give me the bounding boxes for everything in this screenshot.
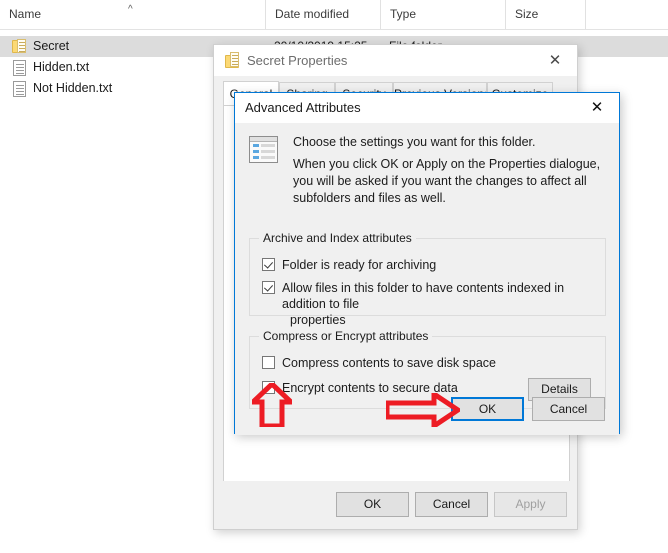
- properties-cancel-button[interactable]: Cancel: [415, 492, 488, 517]
- advanced-ok-button[interactable]: OK: [451, 397, 524, 421]
- properties-button-bar: OK Cancel Apply: [214, 481, 577, 529]
- checkbox-compress-label: Compress contents to save disk space: [282, 356, 496, 370]
- column-header-row: Name ^ Date modified Type Size: [0, 0, 668, 30]
- list-item-name: Secret: [33, 39, 70, 53]
- archive-and-index-legend: Archive and Index attributes: [259, 231, 416, 245]
- compress-or-encrypt-legend: Compress or Encrypt attributes: [259, 329, 433, 343]
- properties-title-bar[interactable]: Secret Properties ✕: [214, 45, 577, 76]
- checkbox-index-contents[interactable]: [262, 281, 275, 294]
- checkbox-compress[interactable]: [262, 356, 275, 369]
- arrow-up-annotation: [252, 383, 292, 427]
- text-file-icon: [13, 60, 26, 76]
- advanced-dialog-intro-line1: Choose the settings you want for this fo…: [293, 135, 536, 149]
- checkbox-archiving-label: Folder is ready for archiving: [282, 258, 437, 272]
- checkbox-index-contents-label-line2: properties: [290, 313, 346, 327]
- advanced-dialog-title-bar[interactable]: Advanced Attributes ✕: [235, 93, 619, 123]
- column-header-date-modified[interactable]: Date modified: [265, 0, 380, 29]
- text-file-icon: [13, 81, 26, 97]
- column-header-type[interactable]: Type: [380, 0, 505, 29]
- list-item-name: Not Hidden.txt: [33, 81, 113, 95]
- advanced-dialog-body: Choose the settings you want for this fo…: [235, 123, 619, 435]
- list-item-name: Hidden.txt: [33, 60, 90, 74]
- checkbox-archiving[interactable]: [262, 258, 275, 271]
- checkbox-index-contents-label-line1: Allow files in this folder to have conte…: [282, 281, 565, 311]
- column-header-spacer: [585, 0, 668, 29]
- properties-apply-button: Apply: [494, 492, 567, 517]
- checkbox-index-contents-label: Allow files in this folder to have conte…: [282, 280, 594, 328]
- close-icon[interactable]: ✕: [533, 45, 577, 76]
- properties-window-title: Secret Properties: [247, 53, 348, 68]
- folder-encrypted-icon: [225, 52, 240, 69]
- folder-encrypted-icon: [12, 39, 27, 54]
- column-header-name[interactable]: Name ^: [0, 0, 265, 29]
- advanced-dialog-title: Advanced Attributes: [245, 100, 361, 115]
- column-header-size[interactable]: Size: [505, 0, 585, 29]
- archive-and-index-group: Archive and Index attributes Folder is r…: [249, 231, 606, 327]
- advanced-dialog-intro-line2: When you click OK or Apply on the Proper…: [293, 157, 601, 205]
- properties-ok-button[interactable]: OK: [336, 492, 409, 517]
- close-icon[interactable]: ✕: [575, 93, 619, 123]
- settings-checklist-icon: [249, 136, 278, 163]
- advanced-cancel-button[interactable]: Cancel: [532, 397, 605, 421]
- arrow-right-annotation: [386, 393, 460, 427]
- column-header-name-label: Name: [9, 7, 42, 21]
- sort-ascending-icon: ^: [128, 4, 133, 15]
